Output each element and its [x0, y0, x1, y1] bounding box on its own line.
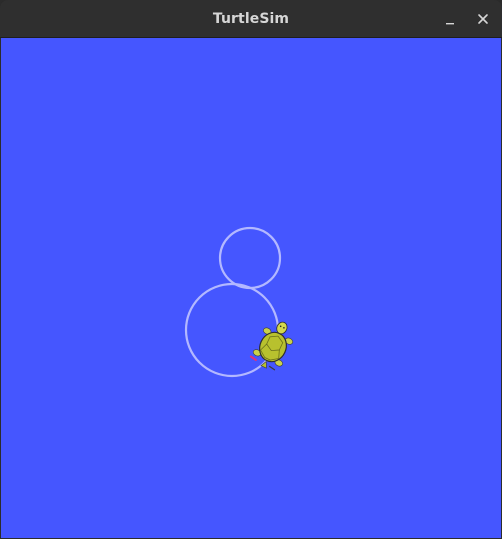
- pen-trail-small-circle: [218, 226, 282, 290]
- minimize-button[interactable]: [438, 7, 462, 31]
- turtle: [249, 321, 294, 371]
- titlebar[interactable]: TurtleSim: [0, 0, 502, 38]
- window-title: TurtleSim: [212, 11, 290, 27]
- close-button[interactable]: [471, 7, 495, 31]
- close-icon: [478, 14, 488, 24]
- turtlesim-window: TurtleSim: [0, 0, 502, 539]
- minimize-icon: [446, 23, 454, 25]
- drawing-surface: [184, 226, 294, 378]
- turtle-canvas[interactable]: [1, 38, 501, 538]
